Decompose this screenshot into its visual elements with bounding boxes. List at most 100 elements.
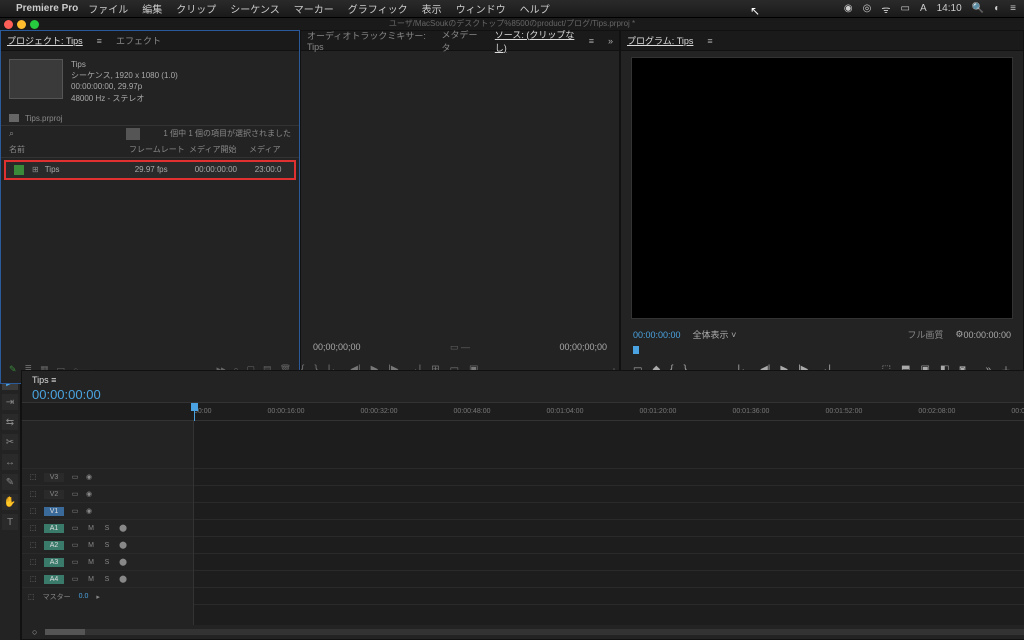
chevron-right-icon[interactable]: ▸ bbox=[96, 593, 100, 601]
lock-icon[interactable]: ⬚ bbox=[28, 558, 38, 566]
menu-window[interactable]: ウィンドウ bbox=[456, 1, 506, 16]
minimize-window[interactable] bbox=[17, 20, 26, 29]
status-rec-icon: ◉ bbox=[844, 3, 853, 14]
track-a2[interactable]: ⬚A2▭MS⬤ bbox=[22, 537, 193, 554]
record-icon[interactable]: ⬤ bbox=[118, 575, 128, 583]
mac-menubar: Premiere Pro ファイル 編集 クリップ シーケンス マーカー グラフ… bbox=[0, 0, 1024, 18]
eye-icon[interactable]: ◉ bbox=[86, 490, 92, 498]
menu-view[interactable]: 表示 bbox=[422, 1, 442, 16]
track-a3[interactable]: ⬚A3▭MS⬤ bbox=[22, 554, 193, 571]
zoom-scrollbar[interactable] bbox=[45, 629, 1024, 635]
track-v3[interactable]: ⬚V3▭◉ bbox=[22, 469, 193, 486]
settings-icon[interactable]: ⚙ bbox=[955, 329, 963, 340]
menu-sequence[interactable]: シーケンス bbox=[230, 1, 280, 16]
source-tc-in[interactable]: 00;00;00;00 bbox=[313, 342, 361, 353]
status-menu-icon[interactable]: ≡ bbox=[1010, 3, 1016, 14]
panel-menu-icon[interactable]: ≡ bbox=[707, 36, 712, 46]
program-tc-duration[interactable]: 00:00:00:00 bbox=[963, 330, 1011, 340]
status-time[interactable]: 14:10 bbox=[937, 3, 962, 14]
tab-effects[interactable]: エフェクト bbox=[116, 34, 161, 47]
close-window[interactable] bbox=[4, 20, 13, 29]
overflow-icon[interactable]: » bbox=[608, 36, 613, 46]
hand-tool[interactable]: ✋ bbox=[2, 494, 18, 510]
lock-icon[interactable]: ⬚ bbox=[28, 473, 38, 481]
menu-clip[interactable]: クリップ bbox=[176, 1, 216, 16]
quality-dropdown[interactable]: フル画質 bbox=[907, 328, 943, 341]
track-a1[interactable]: ⬚A1▭MS⬤ bbox=[22, 520, 193, 537]
status-wifi-icon[interactable]: ᯤ bbox=[881, 2, 890, 16]
zoom-out-icon[interactable]: ○ bbox=[32, 627, 37, 637]
write-icon[interactable]: ✎ bbox=[9, 364, 17, 375]
sequence-thumbnail bbox=[9, 59, 63, 99]
tab-audio-mixer[interactable]: オーディオトラックミキサー: Tips bbox=[307, 29, 428, 52]
eye-icon[interactable]: ▭ bbox=[70, 473, 80, 481]
list-view-icon[interactable] bbox=[126, 128, 140, 140]
tab-source[interactable]: ソース: (クリップなし) bbox=[495, 28, 575, 54]
timeline-tab[interactable]: Tips bbox=[32, 375, 49, 385]
lock-icon[interactable]: ⬚ bbox=[28, 541, 38, 549]
type-tool[interactable]: T bbox=[2, 514, 18, 530]
eye-icon[interactable]: ◉ bbox=[86, 507, 92, 515]
zoom-window[interactable] bbox=[30, 20, 39, 29]
project-panel: プロジェクト: Tips ≡ エフェクト Tips シーケンス, 1920 x … bbox=[0, 30, 300, 384]
pen-tool[interactable]: ✎ bbox=[2, 474, 18, 490]
col-media-start[interactable]: メディア開始 bbox=[189, 144, 249, 155]
slip-tool[interactable]: ↔ bbox=[2, 454, 18, 470]
col-framerate[interactable]: フレームレート bbox=[129, 144, 189, 155]
menu-marker[interactable]: マーカー bbox=[294, 1, 334, 16]
menu-edit[interactable]: 編集 bbox=[142, 1, 162, 16]
program-tc-current[interactable]: 00:00:00:00 bbox=[633, 330, 681, 340]
zoom-icon[interactable]: — bbox=[461, 342, 470, 352]
tab-program[interactable]: プログラム: Tips bbox=[627, 34, 693, 47]
timeline-ruler[interactable]: 00:00 00:00:16:00 00:00:32:00 00:00:48:0… bbox=[22, 403, 1024, 421]
app-name[interactable]: Premiere Pro bbox=[16, 3, 78, 14]
razor-tool[interactable]: ✂ bbox=[2, 434, 18, 450]
fit-icon[interactable]: ▭ bbox=[450, 342, 459, 352]
lock-icon[interactable]: ⬚ bbox=[28, 524, 38, 532]
sequence-icon: ⊞ bbox=[32, 165, 39, 174]
menu-help[interactable]: ヘルプ bbox=[520, 1, 550, 16]
project-filename: Tips.prproj bbox=[25, 114, 63, 123]
col-name[interactable]: 名前 bbox=[9, 144, 129, 155]
lock-icon[interactable]: ⬚ bbox=[28, 507, 38, 515]
column-headers[interactable]: 名前 フレームレート メディア開始 メディア bbox=[1, 142, 299, 158]
track-select-tool[interactable]: ⇥ bbox=[2, 394, 18, 410]
status-siri-icon[interactable]: ◐ bbox=[994, 3, 1000, 14]
playhead-icon[interactable] bbox=[633, 346, 639, 354]
track-v2[interactable]: ⬚V2▭◉ bbox=[22, 486, 193, 503]
col-media-end[interactable]: メディア bbox=[249, 144, 280, 155]
tab-metadata[interactable]: メタデータ bbox=[442, 28, 481, 54]
item-name: Tips bbox=[45, 165, 135, 174]
eye-icon[interactable]: ▭ bbox=[70, 507, 80, 515]
track-v1[interactable]: ⬚V1▭◉ bbox=[22, 503, 193, 520]
record-icon[interactable]: ⬤ bbox=[118, 541, 128, 549]
program-scrubber[interactable] bbox=[633, 346, 1011, 354]
bin-item-tips[interactable]: ⊞ Tips 29.97 fps 00:00:00:00 23:00:0 bbox=[4, 160, 296, 180]
record-icon[interactable]: ⬤ bbox=[118, 524, 128, 532]
tab-project[interactable]: プロジェクト: Tips bbox=[7, 34, 83, 47]
zoom-handle[interactable] bbox=[45, 629, 85, 635]
menu-file[interactable]: ファイル bbox=[88, 1, 128, 16]
track-master[interactable]: ⬚マスター0.0▸ bbox=[22, 588, 193, 605]
lock-icon[interactable]: ⬚ bbox=[28, 593, 35, 601]
program-monitor[interactable] bbox=[631, 57, 1013, 319]
lock-icon[interactable]: ⬚ bbox=[28, 490, 38, 498]
status-battery-icon[interactable]: ▭ bbox=[901, 3, 910, 14]
eye-icon[interactable]: ◉ bbox=[86, 473, 92, 481]
track-content[interactable] bbox=[194, 421, 1024, 625]
lock-icon[interactable]: ⬚ bbox=[28, 575, 38, 583]
status-search-icon[interactable]: 🔍 bbox=[972, 3, 984, 14]
ripple-tool[interactable]: ⇆ bbox=[2, 414, 18, 430]
source-tc-out[interactable]: 00;00;00;00 bbox=[559, 342, 607, 353]
panel-menu-icon[interactable]: ≡ bbox=[589, 36, 594, 46]
track-a4[interactable]: ⬚A4▭MS⬤ bbox=[22, 571, 193, 588]
timeline-timecode[interactable]: 00:00:00:00 bbox=[32, 387, 1024, 402]
zoom-fit-dropdown[interactable]: 全体表示 ˅ bbox=[693, 328, 737, 341]
status-ime-icon[interactable]: A bbox=[920, 3, 927, 14]
eye-icon[interactable]: ▭ bbox=[70, 490, 80, 498]
menu-graphics[interactable]: グラフィック bbox=[348, 1, 408, 16]
search-input[interactable] bbox=[20, 129, 120, 138]
record-icon[interactable]: ⬤ bbox=[118, 558, 128, 566]
source-panel: オーディオトラックミキサー: Tips メタデータ ソース: (クリップなし) … bbox=[300, 30, 620, 384]
panel-menu-icon[interactable]: ≡ bbox=[97, 36, 102, 46]
